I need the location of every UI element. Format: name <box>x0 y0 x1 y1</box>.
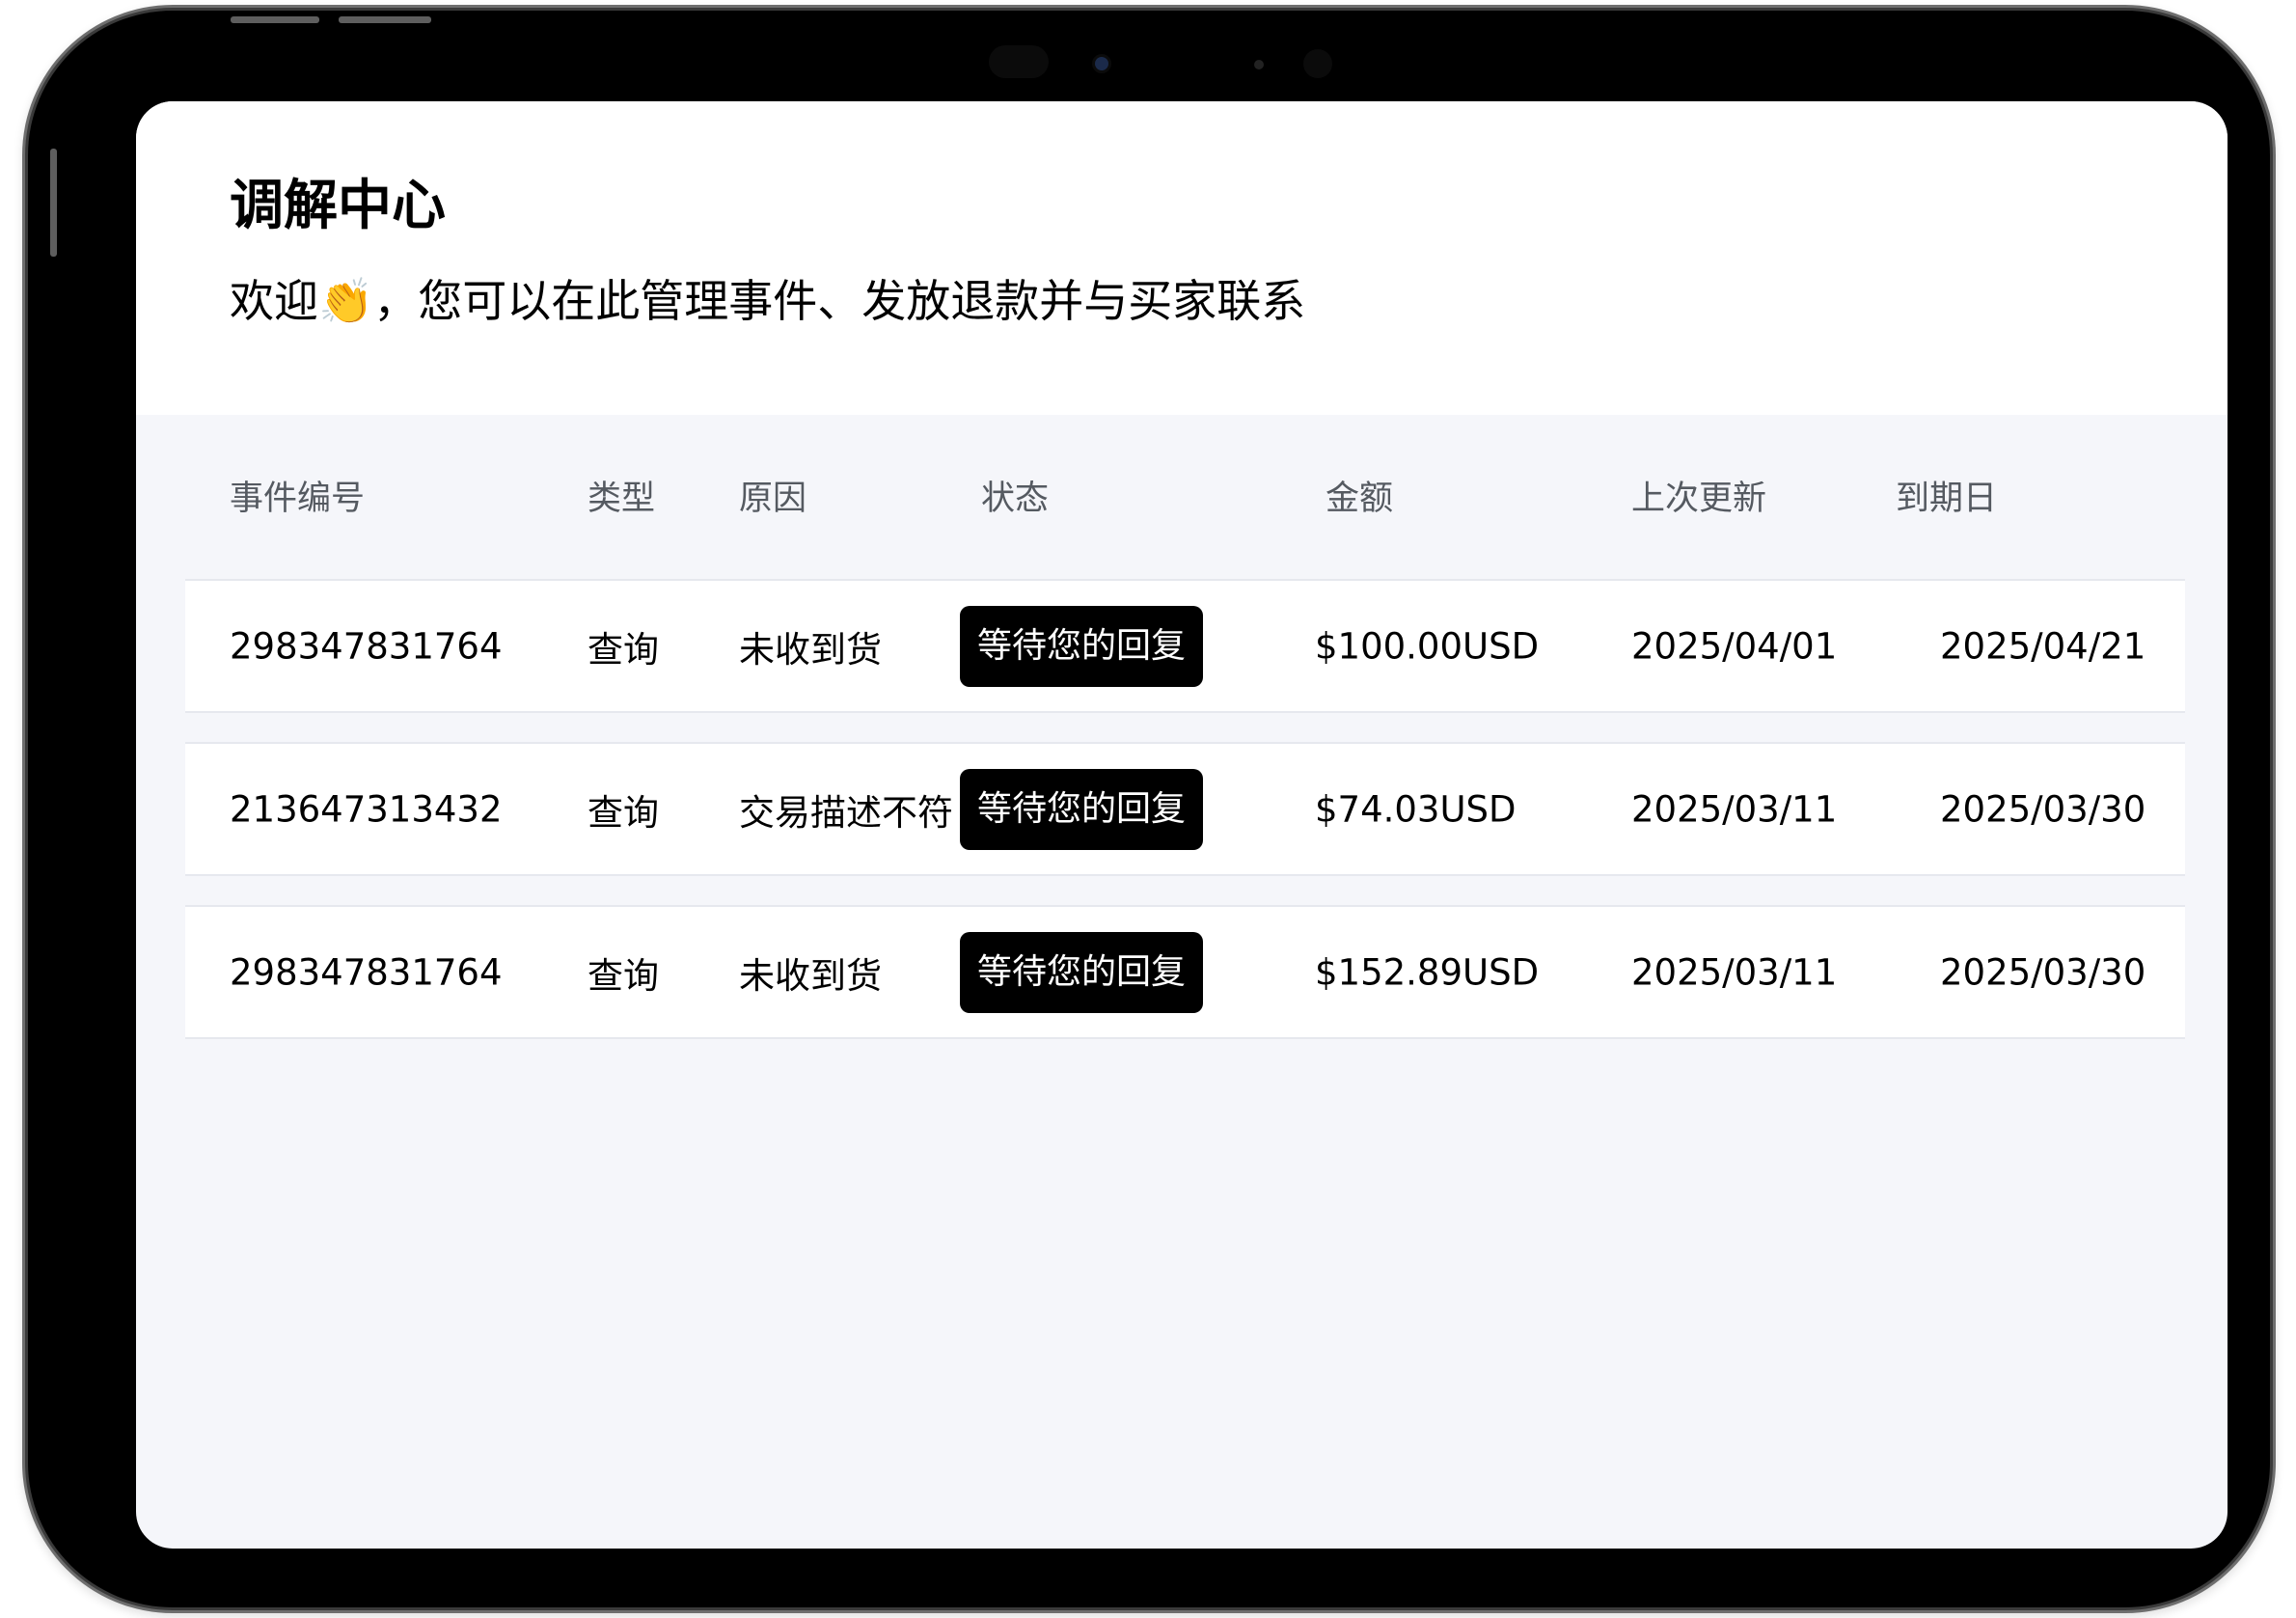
case-id: 213647313432 <box>230 788 503 830</box>
case-type: 查询 <box>588 628 659 671</box>
status-badge[interactable]: 等待您的回复 <box>960 768 1204 850</box>
case-due-date: 2025/03/30 <box>1940 951 2146 993</box>
case-reason: 未收到货 <box>739 954 882 997</box>
case-last-updated: 2025/03/11 <box>1631 951 1838 993</box>
camera-icon <box>1095 57 1108 70</box>
case-due-date: 2025/04/21 <box>1940 625 2146 667</box>
case-last-updated: 2025/03/11 <box>1631 788 1838 830</box>
volume-up-button <box>231 16 319 23</box>
ambient-sensor-icon <box>1254 60 1264 69</box>
column-header-status: 状态 <box>981 480 1050 518</box>
status-badge[interactable]: 等待您的回复 <box>960 931 1204 1013</box>
table-row[interactable]: 298347831764 查询 未收到货 等待您的回复 $152.89USD 2… <box>185 905 2185 1039</box>
proximity-sensor-icon <box>1303 49 1332 78</box>
case-id: 298347831764 <box>230 625 503 667</box>
column-header-due-date: 到期日 <box>1896 480 1998 518</box>
power-button <box>50 149 57 257</box>
case-reason: 未收到货 <box>739 628 882 671</box>
screen: 调解中心 欢迎👏，您可以在此管理事件、发放退款并与买家联系 事件编号 类型 原因… <box>136 101 2228 1549</box>
page-title: 调解中心 <box>230 175 446 237</box>
column-header-type: 类型 <box>588 480 656 518</box>
table-header: 事件编号 类型 原因 状态 金额 上次更新 到期日 <box>136 415 2228 579</box>
case-amount: $100.00USD <box>1315 625 1540 667</box>
column-header-last-updated: 上次更新 <box>1631 480 1767 518</box>
page-subtitle: 欢迎👏，您可以在此管理事件、发放退款并与买家联系 <box>230 275 1306 327</box>
column-header-reason: 原因 <box>739 480 807 518</box>
case-amount: $74.03USD <box>1315 788 1517 830</box>
column-header-case-id: 事件编号 <box>230 480 366 518</box>
sensor-icon <box>989 45 1049 78</box>
tablet-frame: 调解中心 欢迎👏，您可以在此管理事件、发放退款并与买家联系 事件编号 类型 原因… <box>28 11 2270 1607</box>
status-badge[interactable]: 等待您的回复 <box>960 605 1204 687</box>
table-row[interactable]: 213647313432 查询 交易描述不符 等待您的回复 $74.03USD … <box>185 742 2185 876</box>
case-due-date: 2025/03/30 <box>1940 788 2146 830</box>
table-row[interactable]: 298347831764 查询 未收到货 等待您的回复 $100.00USD 2… <box>185 579 2185 713</box>
case-id: 298347831764 <box>230 951 503 993</box>
page-header: 调解中心 欢迎👏，您可以在此管理事件、发放退款并与买家联系 <box>136 101 2228 415</box>
case-type: 查询 <box>588 954 659 997</box>
case-last-updated: 2025/04/01 <box>1631 625 1838 667</box>
volume-down-button <box>339 16 431 23</box>
case-amount: $152.89USD <box>1315 951 1540 993</box>
column-header-amount: 金额 <box>1326 480 1394 518</box>
case-type: 查询 <box>588 791 659 834</box>
case-reason: 交易描述不符 <box>739 791 953 834</box>
